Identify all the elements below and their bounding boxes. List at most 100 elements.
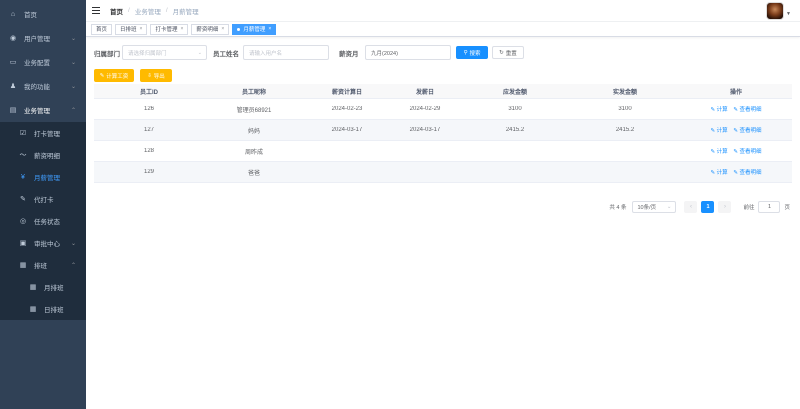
next-page-button[interactable]: › — [718, 201, 732, 213]
chevron-up-icon: ⌃ — [70, 262, 76, 269]
cell-ops: ✎ 计算 ✎ 查看明细 — [680, 147, 792, 155]
sidebar-item-business-management[interactable]: ▤ 业务管理 ⌃ — [0, 98, 86, 122]
breadcrumb-home[interactable]: 首页 — [110, 6, 123, 16]
sidebar-item-label: 审批中心 — [34, 241, 60, 248]
view-detail-link[interactable]: ✎ 查看明细 — [733, 128, 761, 134]
search-button[interactable]: ⚲ 搜索 — [456, 46, 488, 59]
cell-calc-date: 2024-03-17 — [331, 127, 363, 133]
export-button[interactable]: ⇩ 导出 — [140, 69, 172, 82]
sidebar-item-approval[interactable]: ▣ 审批中心 ⌄ — [0, 232, 86, 254]
name-placeholder: 请输入用户名 — [249, 50, 283, 57]
person-icon: ♟ — [9, 83, 17, 90]
dept-select[interactable]: 请选择归属部门 ⌄ — [122, 45, 207, 60]
goto-value: 1 — [767, 204, 772, 210]
reset-button[interactable]: ↻ 重置 — [492, 46, 524, 59]
sidebar-item-home[interactable]: ⌂ 首页 — [0, 2, 86, 26]
tag-clock-in[interactable]: 打卡管理 × — [150, 23, 189, 35]
reset-button-label: 重置 — [505, 50, 517, 57]
avatar[interactable] — [766, 2, 784, 20]
table-row: 126 管理员68921 2024-02-23 2024-02-29 3100 … — [94, 99, 792, 120]
cell-id: 127 — [143, 127, 154, 133]
sidebar-item-daily-schedule[interactable]: ▦ 日排班 — [0, 298, 86, 320]
page-size-value: 10条/页 — [637, 205, 657, 211]
tag-monthly-salary[interactable]: 月薪管理 × — [232, 23, 277, 35]
calc-link[interactable]: ✎ 计算 — [711, 107, 728, 113]
page-size-select[interactable]: 10条/页 ⌄ — [632, 201, 677, 213]
col-header: 应发金额 — [502, 89, 527, 96]
sidebar-item-label: 月排班 — [44, 285, 64, 292]
sidebar-item-label: 首页 — [24, 12, 37, 19]
sidebar-item-label: 用户管理 — [24, 36, 50, 43]
view-detail-label: 查看明细 — [739, 149, 762, 155]
business-submenu: ☑ 打卡管理 〜 薪资明细 ¥ 月薪管理 ✎ 代打卡 ◎ 任务状态 ▣ 审批中心… — [0, 122, 86, 320]
goto-label: 前往 — [743, 205, 755, 211]
chevron-down-icon: ⌄ — [70, 35, 76, 42]
breadcrumb-item: 月薪管理 — [172, 8, 199, 16]
col-header: 发薪日 — [415, 89, 434, 96]
sidebar-item-user-management[interactable]: ◉ 用户管理 ⌄ — [0, 26, 86, 50]
cell-id: 128 — [143, 148, 154, 154]
goto-page-input[interactable]: 1 — [758, 201, 781, 213]
tag-home[interactable]: 首页 — [91, 23, 113, 35]
calc-link[interactable]: ✎ 计算 — [711, 128, 728, 134]
chevron-down-icon: ⌄ — [197, 49, 202, 56]
sidebar-item-business-config[interactable]: ▭ 业务配置 ⌄ — [0, 50, 86, 74]
view-detail-link[interactable]: ✎ 查看明细 — [733, 107, 761, 113]
calc-salary-button[interactable]: ✎ 计算工资 — [94, 69, 134, 82]
search-form: 归属部门 请选择归属部门 ⌄ 员工姓名 请输入用户名 薪资月 九月(2024) … — [94, 45, 524, 60]
sidebar-item-label: 日排班 — [44, 307, 64, 314]
salary-table: 员工ID 员工昵称 薪资计算日 发薪日 应发金额 实发金额 操作 126 管理员… — [94, 84, 792, 183]
dept-label: 归属部门 — [94, 50, 120, 58]
month-value: 九月(2024) — [371, 50, 398, 57]
sidebar-item-salary-detail[interactable]: 〜 薪资明细 — [0, 144, 86, 166]
search-icon: ⚲ — [463, 49, 468, 56]
export-label: 导出 — [153, 73, 165, 80]
tag-daily-schedule[interactable]: 日排班 × — [115, 23, 148, 35]
tag-label: 月薪管理 — [243, 27, 266, 33]
close-icon[interactable]: × — [180, 26, 183, 32]
chevron-down-icon: ⌄ — [666, 204, 672, 210]
close-icon[interactable]: × — [221, 26, 224, 32]
hamburger-icon[interactable] — [92, 6, 100, 15]
sidebar-item-my-functions[interactable]: ♟ 我的功能 ⌄ — [0, 74, 86, 98]
approval-icon: ▣ — [19, 240, 27, 247]
name-input[interactable]: 请输入用户名 — [243, 45, 329, 60]
cell-actual: 2415.2 — [615, 127, 635, 133]
sidebar-item-schedule[interactable]: ▦ 排班 ⌃ — [0, 254, 86, 276]
close-icon[interactable]: × — [140, 26, 143, 32]
calc-link[interactable]: ✎ 计算 — [711, 149, 728, 155]
close-icon[interactable]: × — [268, 26, 271, 32]
total-count: 共 4 条 — [609, 205, 627, 211]
sidebar-item-clock-in[interactable]: ☑ 打卡管理 — [0, 122, 86, 144]
month-picker[interactable]: 九月(2024) — [365, 45, 451, 60]
eye-icon: ◎ — [19, 218, 27, 225]
tag-label: 打卡管理 — [155, 27, 178, 33]
view-detail-link[interactable]: ✎ 查看明细 — [733, 149, 761, 155]
sidebar-item-monthly-schedule[interactable]: ▦ 月排班 — [0, 276, 86, 298]
prev-page-button[interactable]: ‹ — [684, 201, 698, 213]
sidebar-item-label: 排班 — [34, 263, 47, 270]
cell-id: 126 — [143, 106, 154, 112]
tags-view: 首页 日排班 × 打卡管理 × 薪资明细 × 月薪管理 × — [86, 22, 800, 37]
sidebar-item-proxy-clock[interactable]: ✎ 代打卡 — [0, 188, 86, 210]
tag-salary-detail[interactable]: 薪资明细 × — [191, 23, 230, 35]
view-detail-label: 查看明细 — [739, 107, 762, 113]
view-detail-label: 查看明细 — [739, 128, 762, 134]
view-detail-label: 查看明细 — [739, 170, 762, 176]
pagination: 共 4 条 10条/页 ⌄ ‹ 1 › 前往 1 页 — [609, 201, 790, 213]
col-header: 员工ID — [139, 89, 158, 96]
view-detail-link[interactable]: ✎ 查看明细 — [733, 170, 761, 176]
edit-icon: ✎ — [99, 72, 105, 79]
sidebar-item-task-status[interactable]: ◎ 任务状态 — [0, 210, 86, 232]
calc-link[interactable]: ✎ 计算 — [711, 170, 728, 176]
sidebar-item-label: 打卡管理 — [34, 131, 60, 138]
cell-payable: 2415.2 — [505, 127, 525, 133]
caret-down-icon[interactable]: ▼ — [786, 11, 791, 17]
page-number-current[interactable]: 1 — [701, 201, 715, 213]
cell-nickname: 妈妈 — [247, 128, 260, 135]
cell-id: 129 — [143, 169, 154, 175]
sidebar-item-monthly-salary[interactable]: ¥ 月薪管理 — [0, 166, 86, 188]
cell-payable: 3100 — [508, 106, 522, 112]
chevron-down-icon: ⌄ — [70, 83, 76, 90]
cell-ops: ✎ 计算 ✎ 查看明细 — [680, 126, 792, 134]
